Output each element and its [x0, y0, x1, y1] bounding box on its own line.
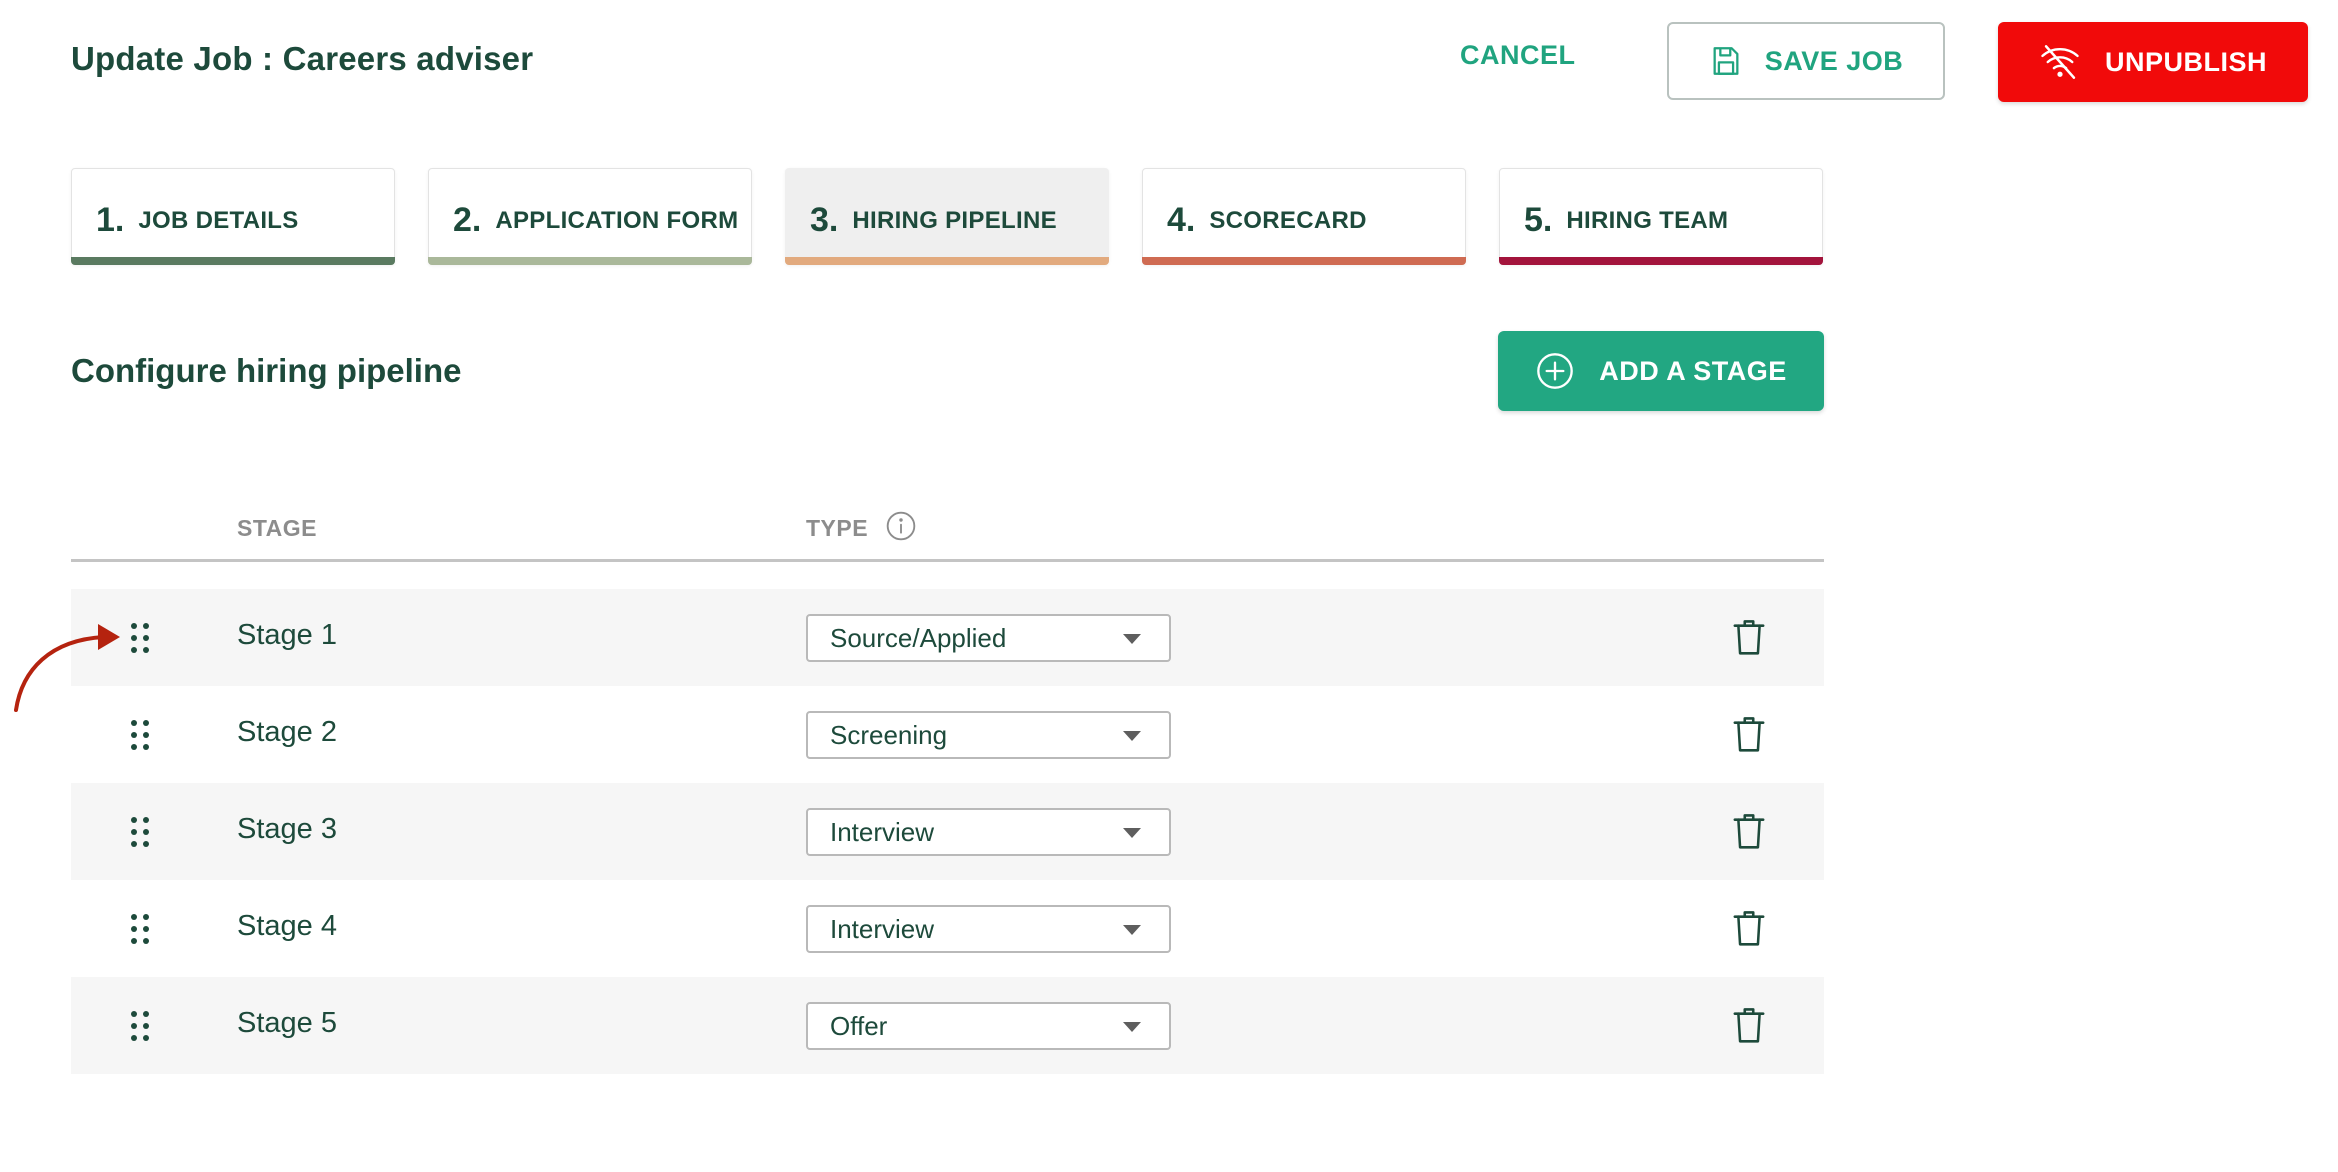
- stage-name[interactable]: Stage 4: [237, 910, 337, 943]
- save-job-button[interactable]: SAVE JOB: [1667, 22, 1945, 100]
- trash-icon[interactable]: [1732, 908, 1766, 948]
- stage-type-select[interactable]: Interview: [806, 808, 1171, 856]
- drag-handle-icon[interactable]: [129, 912, 153, 946]
- tab-number: 5.: [1524, 201, 1553, 239]
- chevron-down-icon: [1123, 925, 1141, 935]
- tab-number: 3.: [810, 201, 839, 239]
- stage-type-value: Interview: [830, 913, 935, 944]
- tab-color-bar: [71, 257, 395, 265]
- trash-icon[interactable]: [1732, 714, 1766, 754]
- stage-type-select[interactable]: Screening: [806, 711, 1171, 759]
- tab-label: HIRING PIPELINE: [852, 206, 1057, 234]
- tab-number: 2.: [453, 201, 482, 239]
- info-icon[interactable]: [885, 510, 917, 542]
- add-stage-label: ADD A STAGE: [1599, 355, 1787, 386]
- floppy-disk-icon: [1713, 47, 1739, 75]
- tab-label: SCORECARD: [1209, 206, 1367, 234]
- stage-name[interactable]: Stage 5: [237, 1007, 337, 1040]
- stage-type-value: Screening: [830, 719, 948, 750]
- trash-icon[interactable]: [1732, 1005, 1766, 1045]
- stage-type-select[interactable]: Interview: [806, 905, 1171, 953]
- plus-circle-icon: [1537, 353, 1574, 389]
- cancel-button[interactable]: CANCEL: [1460, 40, 1576, 71]
- table-row: Stage 3 Interview: [71, 783, 1824, 880]
- table-row: Stage 5 Offer: [71, 977, 1824, 1074]
- drag-handle-icon[interactable]: [129, 1009, 153, 1043]
- tab-hiring-pipeline[interactable]: 3. HIRING PIPELINE: [785, 168, 1109, 265]
- stage-type-select[interactable]: Source/Applied: [806, 614, 1171, 662]
- drag-handle-icon[interactable]: [129, 815, 153, 849]
- stage-type-value: Offer: [830, 1010, 888, 1041]
- tab-color-bar: [1499, 257, 1823, 265]
- stage-type-value: Interview: [830, 816, 935, 847]
- column-header-type: TYPE: [806, 515, 869, 541]
- stage-name[interactable]: Stage 3: [237, 813, 337, 846]
- drag-handle-icon[interactable]: [129, 621, 153, 655]
- table-row: Stage 1 Source/Applied: [71, 589, 1824, 686]
- tab-color-bar: [1142, 257, 1466, 265]
- no-signal-icon: [2041, 45, 2079, 79]
- save-job-label: SAVE JOB: [1764, 45, 1904, 76]
- chevron-down-icon: [1123, 731, 1141, 741]
- tab-job-details[interactable]: 1. JOB DETAILS: [71, 168, 395, 265]
- tab-scorecard[interactable]: 4. SCORECARD: [1142, 168, 1466, 265]
- drag-handle-icon[interactable]: [129, 718, 153, 752]
- stage-name[interactable]: Stage 2: [237, 716, 337, 749]
- tab-label: HIRING TEAM: [1566, 206, 1729, 234]
- stage-type-value: Source/Applied: [830, 622, 1007, 653]
- stage-type-select[interactable]: Offer: [806, 1002, 1171, 1050]
- stage-name[interactable]: Stage 1: [237, 619, 337, 652]
- table-row: Stage 2 Screening: [71, 686, 1824, 783]
- tab-number: 4.: [1167, 201, 1196, 239]
- unpublish-button[interactable]: UNPUBLISH: [1998, 22, 2308, 102]
- chevron-down-icon: [1123, 828, 1141, 838]
- tab-color-bar: [785, 257, 1109, 265]
- chevron-down-icon: [1123, 1022, 1141, 1032]
- curved-arrow-icon: [14, 624, 120, 712]
- tab-hiring-team[interactable]: 5. HIRING TEAM: [1499, 168, 1823, 265]
- section-title: Configure hiring pipeline: [71, 352, 462, 389]
- page-title: Update Job : Careers adviser: [71, 40, 534, 77]
- trash-icon[interactable]: [1732, 617, 1766, 657]
- chevron-down-icon: [1123, 634, 1141, 644]
- trash-icon[interactable]: [1732, 811, 1766, 851]
- tab-color-bar: [428, 257, 752, 265]
- table-row: Stage 4 Interview: [71, 880, 1824, 977]
- tab-application-form[interactable]: 2. APPLICATION FORM: [428, 168, 752, 265]
- column-header-stage: STAGE: [237, 515, 318, 541]
- tab-number: 1.: [96, 201, 125, 239]
- tab-label: APPLICATION FORM: [495, 206, 739, 234]
- add-stage-button[interactable]: ADD A STAGE: [1498, 331, 1824, 411]
- table-header-divider: [71, 559, 1824, 562]
- tab-label: JOB DETAILS: [138, 206, 299, 234]
- unpublish-label: UNPUBLISH: [2104, 46, 2267, 77]
